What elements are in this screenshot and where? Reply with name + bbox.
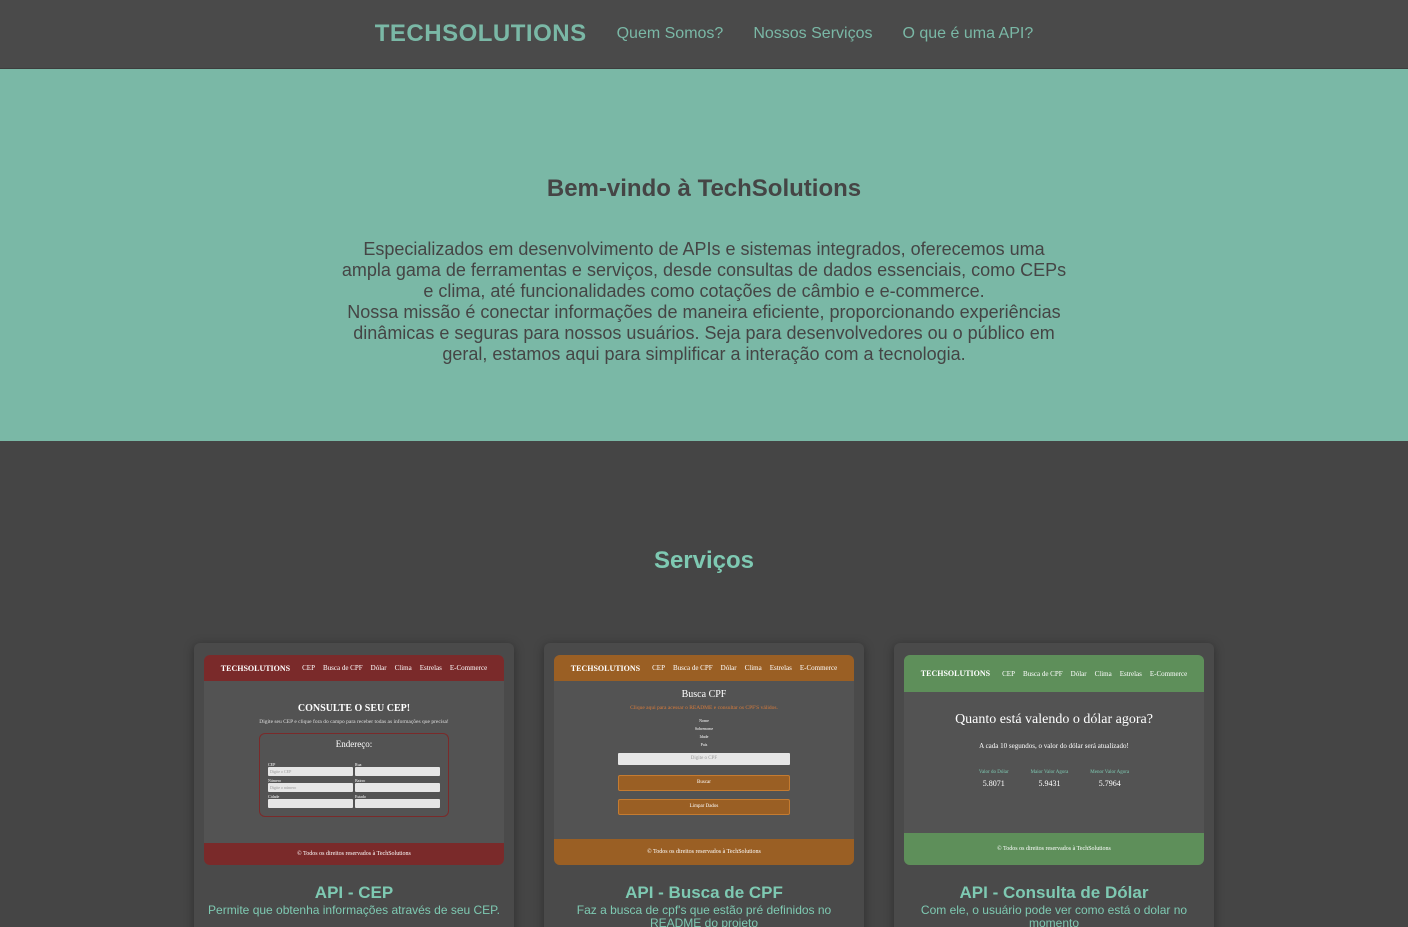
thumb-nav-link: Clima	[744, 664, 762, 672]
thumb-heading: CONSULTE O SEU CEP!	[297, 703, 411, 714]
thumb-field-input: Digite o CEP	[268, 767, 353, 776]
thumb-field-label: Sobrenome	[694, 726, 714, 731]
thumb-brand: TECHSOLUTIONS	[220, 663, 291, 673]
card-title[interactable]: API - Consulta de Dólar	[894, 883, 1214, 903]
thumb-value-label: Menor Valor Agora	[1090, 770, 1130, 775]
hero-paragraph-1: Especializados em desenvolvimento de API…	[341, 239, 1067, 301]
thumb-footer: © Todos os direitos reservados à TechSol…	[904, 833, 1204, 865]
thumb-search-button: Buscar	[618, 775, 790, 791]
thumb-nav-link: Busca de CPF	[672, 664, 713, 672]
thumb-field-grid: CEP Digite o CEP Rua Número Digite o númer…	[268, 762, 440, 808]
thumb-nav-link: E-Commerce	[449, 664, 488, 672]
thumb-field-input	[355, 799, 440, 808]
card-title[interactable]: API - Busca de CPF	[544, 883, 864, 903]
card-description: Faz a busca de cpf's que estão pré defin…	[576, 903, 832, 927]
thumb-value-item: Maior Valor Agora 5.9431	[1031, 770, 1069, 788]
thumb-footer: © Todos os direitos reservados à TechSol…	[554, 839, 854, 865]
thumb-field-input	[355, 783, 440, 792]
card-description: Com ele, o usuário pode ver como está o …	[920, 903, 1188, 927]
thumb-nav-link: CEP	[652, 664, 665, 672]
thumb-field-label: País	[700, 742, 708, 747]
thumb-field-label: Idade	[699, 734, 709, 739]
thumb-nav-link: Dólar	[720, 664, 737, 672]
thumb-field-input: Digite o número	[268, 783, 353, 792]
thumb-address-box: Endereço: CEP Digite o CEP Rua Número Digi…	[259, 733, 449, 817]
thumb-footer: © Todos os direitos reservados à TechSol…	[204, 843, 504, 865]
service-card-cep[interactable]: TECHSOLUTIONS CEP Busca de CPF Dólar Cli…	[194, 643, 514, 927]
cpf-thumbnail: TECHSOLUTIONS CEP Busca de CPF Dólar Cli…	[554, 655, 854, 865]
services-section: Serviços TECHSOLUTIONS CEP Busca de CPF …	[0, 441, 1408, 927]
thumb-value-number: 5.7964	[1098, 779, 1121, 788]
thumb-nav: TECHSOLUTIONS CEP Busca de CPF Dólar Cli…	[204, 655, 504, 681]
nav-link-nossos-servicos[interactable]: Nossos Serviços	[753, 25, 872, 43]
cep-thumbnail: TECHSOLUTIONS CEP Busca de CPF Dólar Cli…	[204, 655, 504, 865]
hero-title: Bem-vindo à TechSolutions	[546, 175, 862, 202]
thumb-nav-link: Busca de CPF	[1022, 669, 1063, 678]
thumb-dollar-values: Valor do Dólar 5.8071 Maior Valor Agora 5.…	[904, 770, 1204, 788]
thumb-nav-link: Estrelas	[769, 664, 792, 672]
thumb-nav-link: Clima	[1094, 669, 1112, 678]
service-card-dolar[interactable]: TECHSOLUTIONS CEP Busca de CPF Dólar Cli…	[894, 643, 1214, 927]
thumb-nav-link: CEP	[1002, 669, 1015, 678]
thumb-value-item: Valor do Dólar 5.8071	[979, 770, 1009, 788]
thumb-clear-button: Limpar Dados	[618, 799, 790, 815]
thumb-field-input	[355, 767, 440, 776]
thumb-heading: Busca CPF	[681, 689, 727, 700]
nav-link-o-que-e-api[interactable]: O que é uma API?	[902, 25, 1033, 43]
thumb-nav: TECHSOLUTIONS CEP Busca de CPF Dólar Cli…	[554, 655, 854, 681]
thumb-nav-link: Busca de CPF	[322, 664, 363, 672]
thumb-cpf-input: Digite o CPF	[618, 753, 790, 765]
thumb-nav-link: CEP	[302, 664, 315, 672]
thumb-subheading: A cada 10 segundos, o valor do dólar ser…	[979, 742, 1129, 750]
hero-description: Especializados em desenvolvimento de API…	[340, 239, 1068, 365]
thumb-subheading: Digite seu CEP e clique fora do campo pa…	[259, 719, 449, 725]
thumb-value-item: Menor Valor Agora 5.7964	[1090, 770, 1129, 788]
thumb-nav-link: Estrelas	[1119, 669, 1142, 678]
hero-section: Bem-vindo à TechSolutions Especializados…	[0, 69, 1408, 441]
thumb-field-label: Nome	[699, 718, 709, 723]
thumb-heading: Quanto está valendo o dólar agora?	[955, 712, 1153, 727]
top-navbar: TECHSOLUTIONS Quem Somos? Nossos Serviço…	[0, 0, 1408, 69]
thumb-nav-link: E-Commerce	[1149, 669, 1188, 678]
thumb-value-label: Maior Valor Agora	[1030, 770, 1069, 775]
thumb-value-number: 5.8071	[982, 779, 1005, 788]
thumb-legend: Endereço:	[332, 739, 376, 749]
dolar-thumbnail: TECHSOLUTIONS CEP Busca de CPF Dólar Cli…	[904, 655, 1204, 865]
thumb-readme-notice: Clique aqui para acessar o README e cons…	[630, 705, 778, 711]
thumb-nav-link: E-Commerce	[799, 664, 838, 672]
card-title[interactable]: API - CEP	[194, 883, 514, 903]
thumb-nav: TECHSOLUTIONS CEP Busca de CPF Dólar Cli…	[904, 655, 1204, 692]
brand-logo[interactable]: TECHSOLUTIONS	[375, 20, 587, 48]
services-title: Serviços	[653, 547, 755, 574]
thumb-nav-link: Estrelas	[419, 664, 442, 672]
card-description: Permite que obtenha informações através …	[208, 903, 500, 917]
thumb-brand: TECHSOLUTIONS	[570, 663, 641, 673]
thumb-result-fields: Nome Sobrenome Idade País	[554, 717, 854, 749]
thumb-value-number: 5.9431	[1038, 779, 1061, 788]
thumb-value-label: Valor do Dólar	[978, 770, 1009, 775]
thumb-brand: TECHSOLUTIONS	[920, 669, 991, 678]
service-card-cpf[interactable]: TECHSOLUTIONS CEP Busca de CPF Dólar Cli…	[544, 643, 864, 927]
nav-link-quem-somos[interactable]: Quem Somos?	[617, 25, 724, 43]
thumb-nav-link: Dólar	[370, 664, 387, 672]
hero-paragraph-2: Nossa missão é conectar informações de m…	[347, 302, 1061, 364]
thumb-nav-link: Dólar	[1070, 669, 1087, 678]
thumb-field-input	[268, 799, 353, 808]
thumb-nav-link: Clima	[394, 664, 412, 672]
